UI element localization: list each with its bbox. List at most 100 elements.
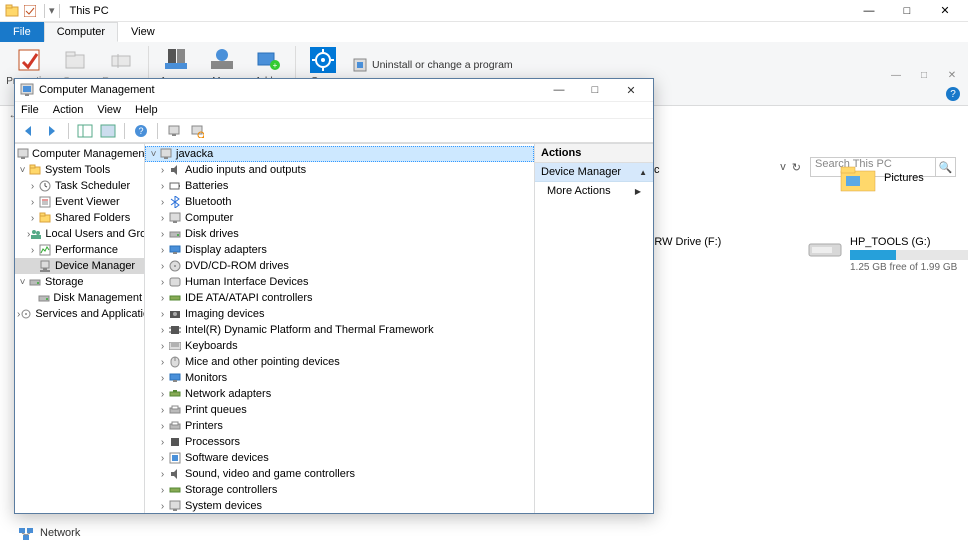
tb-devices-button[interactable] <box>164 122 184 140</box>
twisty-icon[interactable]: › <box>27 181 38 192</box>
mgmt-minimize-button[interactable]: — <box>541 79 577 101</box>
tree-systools[interactable]: ˅ System Tools <box>15 162 144 178</box>
tab-computer[interactable]: Computer <box>44 22 118 42</box>
twisty-icon[interactable]: › <box>157 293 168 304</box>
actions-selected[interactable]: Device Manager ▲ <box>535 163 653 182</box>
mgmt-titlebar[interactable]: Computer Management — □ ✕ <box>15 79 653 101</box>
twisty-icon[interactable]: › <box>157 213 168 224</box>
collapse-icon[interactable]: ▲ <box>639 168 647 177</box>
device-category[interactable]: › Print queues <box>145 402 534 418</box>
folder-music[interactable]: usic <box>640 164 760 192</box>
mgmt-device-tree[interactable]: ˅ javacka › Audio inputs and outputs › B… <box>145 144 535 513</box>
tree-local-users[interactable]: › Local Users and Groups <box>15 226 144 242</box>
twisty-icon[interactable]: › <box>157 421 168 432</box>
device-category[interactable]: › Disk drives <box>145 226 534 242</box>
device-category[interactable]: › Intel(R) Dynamic Platform and Thermal … <box>145 322 534 338</box>
device-category[interactable]: › Display adapters <box>145 242 534 258</box>
mgmt-left-tree[interactable]: Computer Management (Local) ˅ System Too… <box>15 144 145 513</box>
tb-back-button[interactable] <box>19 122 39 140</box>
twisty-icon[interactable]: › <box>157 277 168 288</box>
folder-pictures[interactable]: Pictures <box>840 164 960 192</box>
mgmt-close-button[interactable]: ✕ <box>613 79 649 101</box>
tab-file[interactable]: File <box>0 22 44 42</box>
device-root[interactable]: ˅ javacka <box>145 146 534 162</box>
device-category[interactable]: › Human Interface Devices <box>145 274 534 290</box>
close-button[interactable]: ✕ <box>926 0 964 22</box>
network-item[interactable]: Network <box>18 525 80 541</box>
device-category[interactable]: › Computer <box>145 210 534 226</box>
tree-performance[interactable]: › Performance <box>15 242 144 258</box>
device-category[interactable]: › Mice and other pointing devices <box>145 354 534 370</box>
device-category[interactable]: › IDE ATA/ATAPI controllers <box>145 290 534 306</box>
tb-help-button[interactable]: ? <box>131 122 151 140</box>
twisty-icon[interactable]: › <box>157 485 168 496</box>
twisty-icon[interactable]: › <box>157 341 168 352</box>
tree-shared-folders[interactable]: › Shared Folders <box>15 210 144 226</box>
twisty-icon[interactable]: › <box>157 245 168 256</box>
twisty-icon[interactable]: › <box>157 501 168 512</box>
twisty-icon[interactable]: › <box>157 309 168 320</box>
twisty-icon[interactable]: › <box>157 453 168 464</box>
tree-device-manager[interactable]: Device Manager <box>15 258 144 274</box>
dropdown-icon[interactable]: ▾ <box>49 4 55 17</box>
tree-services[interactable]: › Services and Applications <box>15 306 144 322</box>
tb-scan-button[interactable] <box>187 122 207 140</box>
device-category[interactable]: › Bluetooth <box>145 194 534 210</box>
twisty-icon[interactable]: › <box>157 165 168 176</box>
twisty-icon[interactable]: › <box>157 325 168 336</box>
twisty-icon[interactable]: › <box>157 405 168 416</box>
device-category[interactable]: › Audio inputs and outputs <box>145 162 534 178</box>
maximize-button[interactable]: □ <box>888 0 926 22</box>
device-category[interactable]: › Storage controllers <box>145 482 534 498</box>
drive-hptools[interactable]: HP_TOOLS (G:) 1.25 GB free of 1.99 GB <box>808 236 968 273</box>
tb-show-hide-button[interactable] <box>75 122 95 140</box>
tab-view[interactable]: View <box>118 22 168 42</box>
uninstall-program-button[interactable]: Uninstall or change a program <box>352 57 513 73</box>
twisty-icon[interactable]: › <box>157 261 168 272</box>
twisty-icon[interactable]: › <box>157 389 168 400</box>
tb-fwd-button[interactable] <box>42 122 62 140</box>
twisty-icon[interactable]: › <box>157 181 168 192</box>
tree-event-viewer[interactable]: › Event Viewer <box>15 194 144 210</box>
mgmt-maximize-button[interactable]: □ <box>577 79 613 101</box>
actions-more[interactable]: More Actions ▶ <box>535 182 653 200</box>
twisty-icon[interactable]: › <box>157 373 168 384</box>
menu-help[interactable]: Help <box>135 104 158 116</box>
menu-view[interactable]: View <box>97 104 121 116</box>
device-category[interactable]: › Software devices <box>145 450 534 466</box>
bg-close-button[interactable]: ✕ <box>938 70 966 81</box>
device-category[interactable]: › Sound, video and game controllers <box>145 466 534 482</box>
twisty-icon[interactable]: › <box>157 357 168 368</box>
device-category[interactable]: › Printers <box>145 418 534 434</box>
menu-file[interactable]: File <box>21 104 39 116</box>
twisty-icon[interactable]: › <box>157 197 168 208</box>
twisty-icon[interactable]: ˅ <box>17 277 28 288</box>
tree-root[interactable]: Computer Management (Local) <box>15 146 144 162</box>
help-button[interactable]: ? <box>946 87 960 101</box>
minimize-button[interactable]: — <box>850 0 888 22</box>
twisty-icon[interactable]: › <box>27 245 38 256</box>
bg-min-button[interactable]: — <box>882 70 910 81</box>
tree-task-scheduler[interactable]: › Task Scheduler <box>15 178 144 194</box>
device-category[interactable]: › Network adapters <box>145 386 534 402</box>
device-category[interactable]: › Processors <box>145 434 534 450</box>
tree-disk-management[interactable]: Disk Management <box>15 290 144 306</box>
device-category[interactable]: › Monitors <box>145 370 534 386</box>
twisty-icon[interactable]: › <box>157 229 168 240</box>
twisty-icon[interactable]: › <box>157 437 168 448</box>
twisty-icon[interactable]: ˅ <box>148 149 159 160</box>
tree-storage[interactable]: ˅ Storage <box>15 274 144 290</box>
device-category[interactable]: › DVD/CD-ROM drives <box>145 258 534 274</box>
menu-action[interactable]: Action <box>53 104 84 116</box>
bg-max-button[interactable]: □ <box>910 70 938 81</box>
twisty-icon[interactable]: ˅ <box>17 165 28 176</box>
device-category[interactable]: › Keyboards <box>145 338 534 354</box>
device-category[interactable]: › System devices <box>145 498 534 513</box>
twisty-icon[interactable]: › <box>27 213 38 224</box>
twisty-icon[interactable]: › <box>157 469 168 480</box>
twisty-icon[interactable]: › <box>27 197 38 208</box>
tb-pane-button[interactable] <box>98 122 118 140</box>
device-category[interactable]: › Batteries <box>145 178 534 194</box>
device-category[interactable]: › Imaging devices <box>145 306 534 322</box>
save-icon[interactable] <box>22 3 38 19</box>
